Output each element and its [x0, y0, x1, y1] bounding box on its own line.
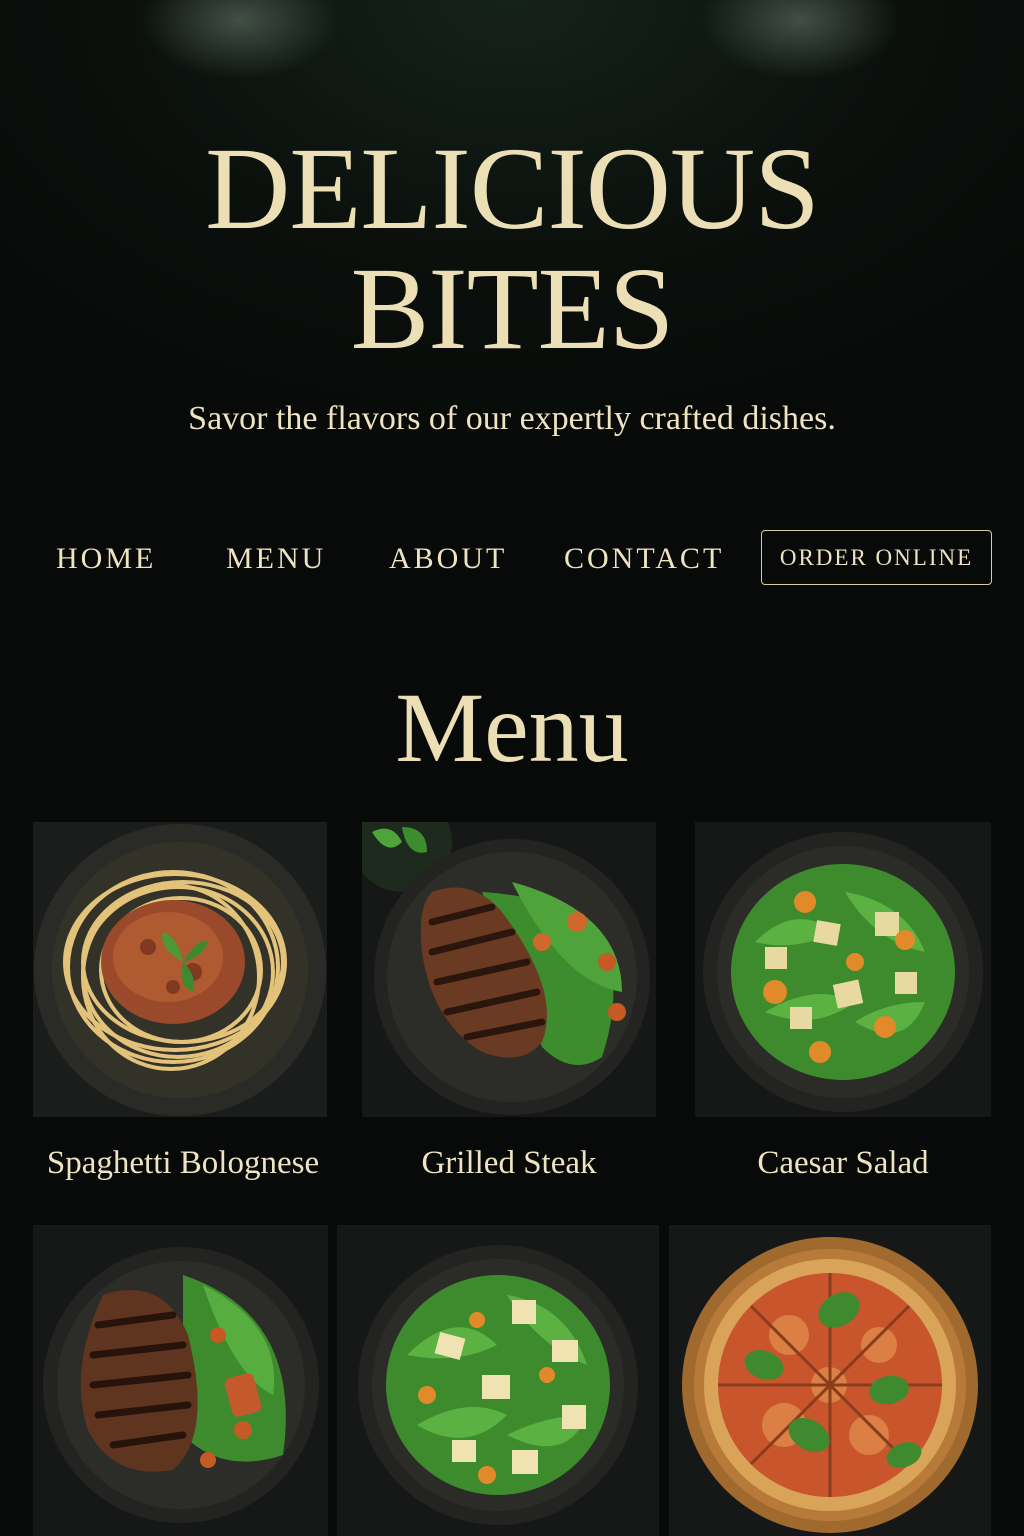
order-online-button[interactable]: ORDER ONLINE: [761, 530, 992, 585]
spaghetti-bolognese-photo[interactable]: [33, 822, 327, 1117]
nav-home[interactable]: HOME: [56, 542, 156, 576]
menu-item-name: Grilled Steak: [421, 1145, 597, 1181]
grilled-steak-photo[interactable]: [362, 822, 656, 1117]
margherita-pizza-photo[interactable]: [669, 1225, 991, 1536]
spotlight-left: [140, 0, 340, 80]
tagline: Savor the flavors of our expertly crafte…: [188, 400, 836, 437]
menu-heading: Menu: [395, 672, 629, 783]
site-title-line1: DELICIOUS: [205, 123, 820, 254]
menu-item-name: Caesar Salad: [757, 1145, 929, 1181]
menu-item-name: Spaghetti Bolognese: [46, 1145, 320, 1181]
nav-menu[interactable]: MENU: [226, 542, 326, 576]
caesar-salad-photo[interactable]: [695, 822, 991, 1117]
main-nav: HOME MENU ABOUT CONTACT ORDER ONLINE: [0, 530, 1024, 588]
site-title-line2: BITES: [350, 243, 675, 374]
spotlight-right: [700, 0, 900, 80]
nav-contact[interactable]: CONTACT: [564, 542, 724, 576]
grilled-steak-salad-photo[interactable]: [33, 1225, 328, 1536]
caesar-salad-photo[interactable]: [337, 1225, 659, 1536]
nav-about[interactable]: ABOUT: [389, 542, 507, 576]
